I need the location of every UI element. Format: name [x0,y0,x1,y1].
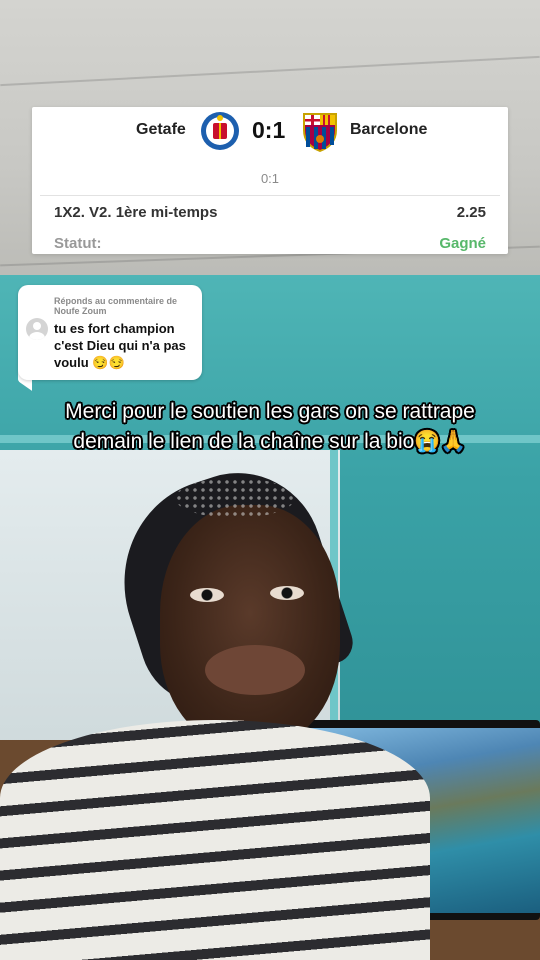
barcelona-crest-icon [303,113,337,152]
bet-description: 1X2. V2. 1ère mi-temps [54,204,218,221]
card-divider [40,195,500,196]
status-value: Gagné [439,235,486,252]
home-team-name: Getafe [136,121,186,138]
cap-pattern [175,478,295,518]
mouth [205,645,305,695]
reply-comment-text: tu es fort champion c'est Dieu qui n'a p… [54,321,186,370]
match-result-card: Getafe 0:1 Barcelone 0:1 1X2. V2. 1ère m… [32,107,508,254]
half-time-score: 0:1 [260,171,280,186]
bet-odds: 2.25 [456,204,486,221]
away-team-name: Barcelone [350,121,428,138]
person-face [160,505,340,745]
right-eye [270,586,304,600]
final-score: 0:1 [252,117,286,143]
striped-shirt [0,720,430,960]
teams-row: Getafe 0:1 Barcelone [32,107,508,157]
default-avatar-icon [26,318,48,340]
getafe-crest-icon [201,112,239,150]
reply-header: Réponds au commentaire de Noufe Zoum [54,296,178,316]
status-label: Statut: [54,235,102,252]
reply-comment-bubble[interactable]: Réponds au commentaire de Noufe Zoum tu … [18,285,202,380]
left-eye [190,588,224,602]
video-caption: Merci pour le soutien les gars on se rat… [65,400,475,453]
